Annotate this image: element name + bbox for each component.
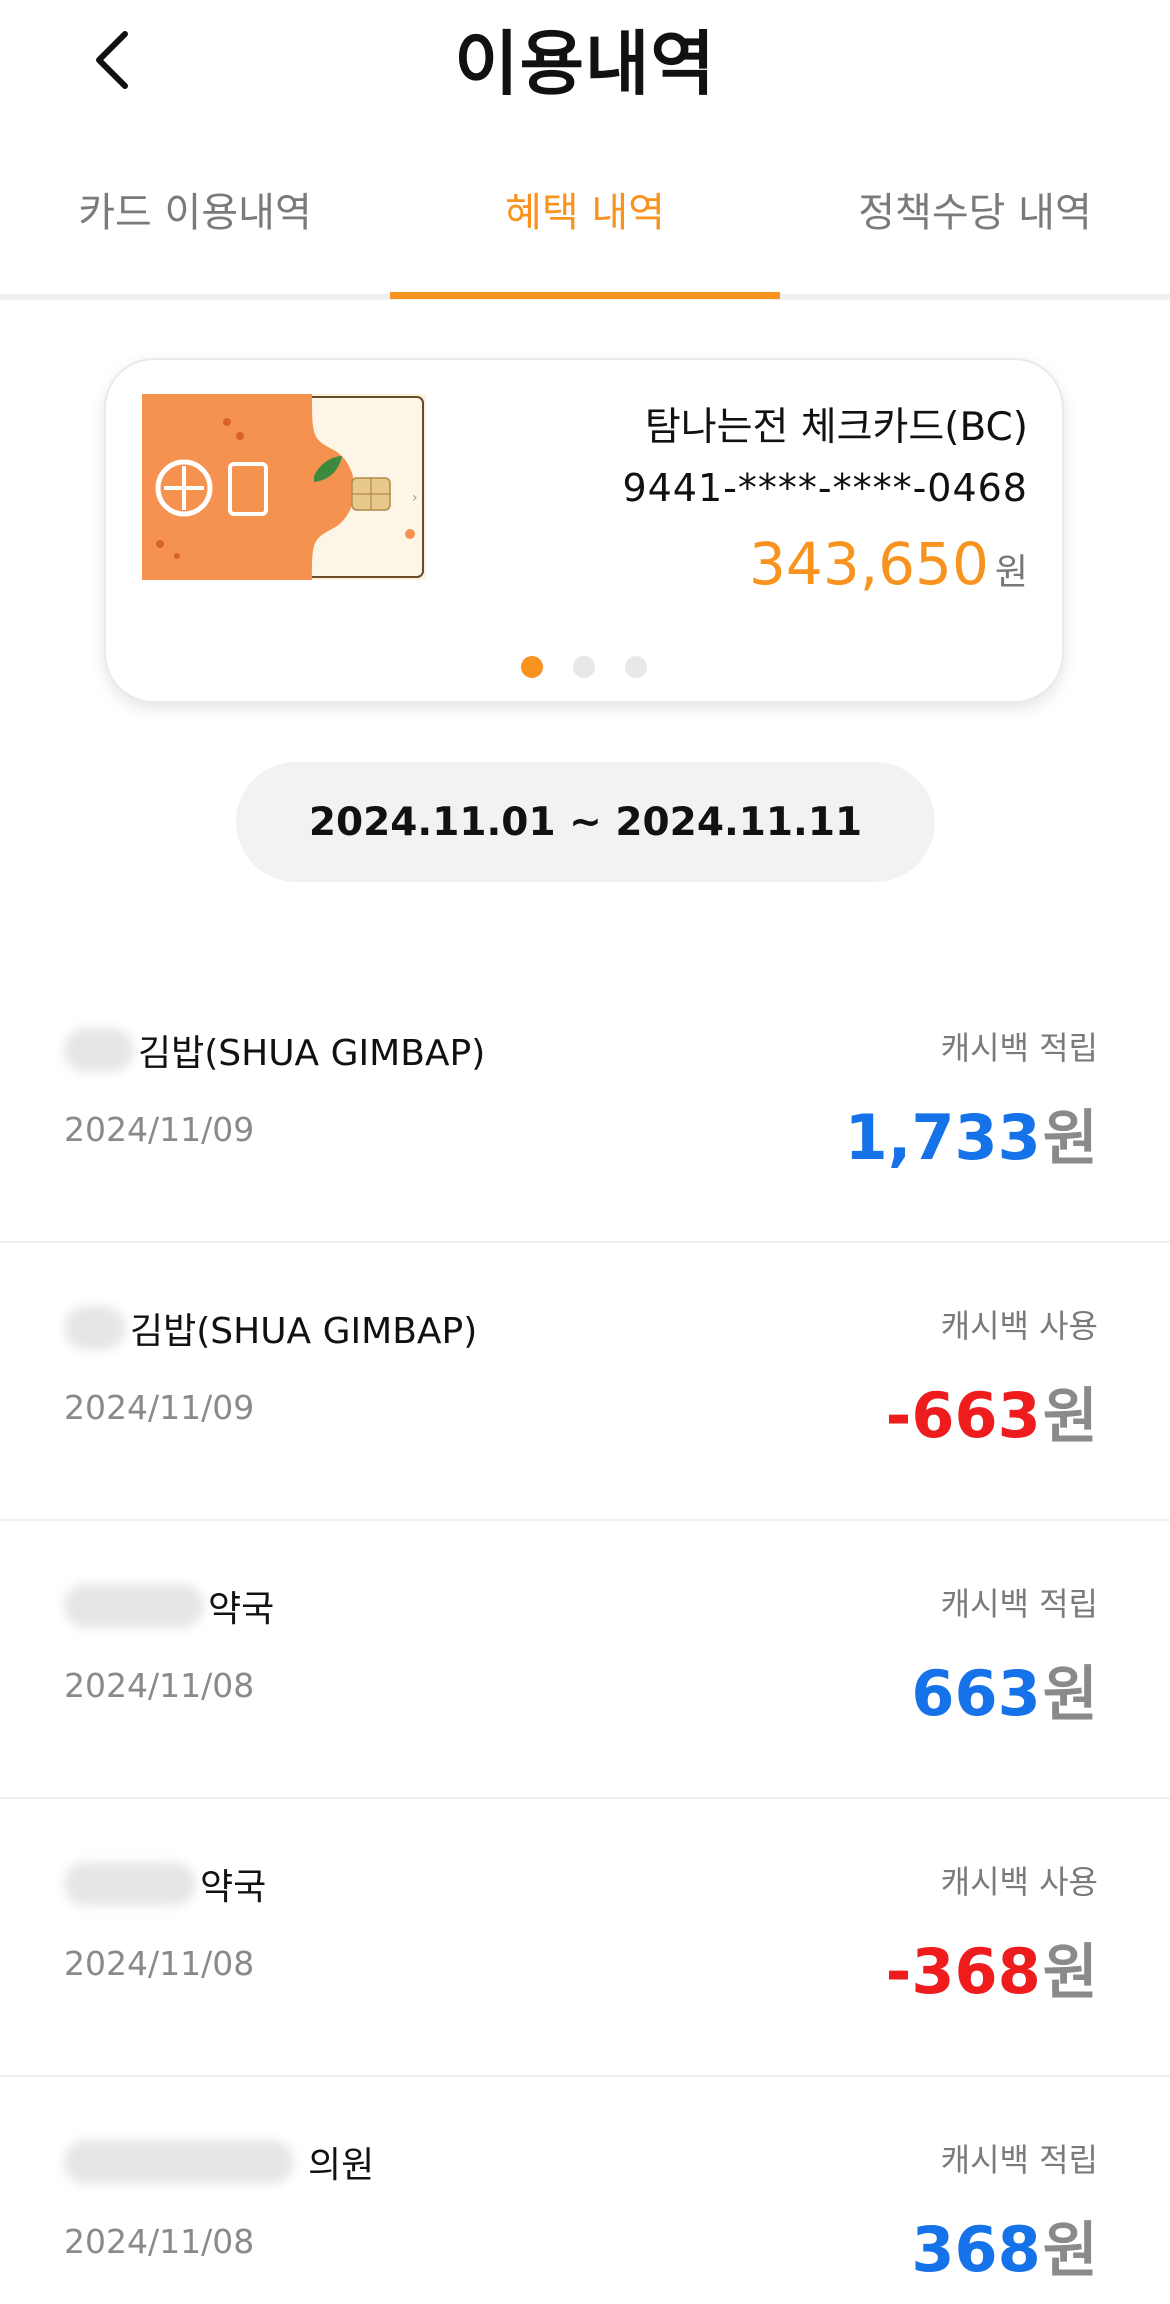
- carousel-dots: [106, 656, 1062, 678]
- card-name: 탐나는전 체크카드(BC): [644, 405, 1028, 450]
- merchant-name: 의원: [64, 2132, 374, 2192]
- transaction-amount: 1,733 원: [845, 1090, 1098, 1177]
- transaction-date: 2024/11/08: [64, 1666, 255, 1705]
- transaction-amount: 663 원: [911, 1646, 1098, 1733]
- merchant-name-text: 김밥(SHUA GIMBAP): [138, 1033, 486, 1074]
- tab-bar: 카드 이용내역 혜택 내역 정책수당 내역: [0, 150, 1170, 300]
- svg-text:›: ›: [412, 490, 418, 506]
- tab-benefits[interactable]: 혜택 내역: [390, 150, 780, 300]
- header: 이용내역: [0, 0, 1170, 120]
- transaction-date: 2024/11/08: [64, 1944, 255, 1983]
- transaction-amount: -663 원: [886, 1368, 1098, 1455]
- benefit-history-screen: 이용내역 카드 이용내역 혜택 내역 정책수당 내역 › 탐나는전 체크카드(B…: [0, 0, 1170, 2304]
- transaction-item[interactable]: 약국 2024/11/08 캐시백 적립 663 원: [0, 1521, 1170, 1799]
- amount-unit: 원: [1042, 1938, 1098, 2008]
- tab-policy-allowance[interactable]: 정책수당 내역: [780, 150, 1170, 300]
- carousel-dot-1[interactable]: [521, 656, 543, 678]
- transaction-date: 2024/11/09: [64, 1388, 255, 1427]
- page-title: 이용내역: [454, 23, 716, 105]
- merchant-name: 김밥(SHUA GIMBAP): [64, 1298, 477, 1358]
- transaction-list: 김밥(SHUA GIMBAP) 2024/11/09 캐시백 적립 1,733 …: [0, 965, 1170, 2304]
- transaction-date: 2024/11/09: [64, 1110, 255, 1149]
- amount-value: 368: [911, 2213, 1041, 2286]
- amount-value: 1,733: [844, 1101, 1041, 1174]
- merchant-name-text: 의원: [308, 2145, 375, 2186]
- card-number: 9441-****-****-0468: [622, 466, 1028, 510]
- transaction-amount: -368 원: [886, 1924, 1098, 2011]
- amount-unit: 원: [1042, 1382, 1098, 1452]
- transaction-item[interactable]: 의원 2024/11/08 캐시백 적립 368 원: [0, 2077, 1170, 2304]
- amount-unit: 원: [1042, 1104, 1098, 1174]
- merchant-name: 약국: [64, 1854, 266, 1914]
- amount-value: -663: [885, 1379, 1041, 1452]
- card-balance: 343,650 원: [749, 530, 1028, 598]
- merchant-name: 약국: [64, 1576, 274, 1636]
- merchant-name-text: 약국: [200, 1867, 267, 1908]
- amount-unit: 원: [1042, 1660, 1098, 1730]
- redacted-text: [64, 1862, 196, 1906]
- transaction-type: 캐시백 사용: [940, 1863, 1098, 1901]
- merchant-name-text: 약국: [208, 1589, 275, 1630]
- carousel-dot-3[interactable]: [625, 656, 647, 678]
- balance-unit: 원: [994, 552, 1028, 593]
- redacted-text: [64, 1584, 204, 1628]
- merchant-name: 김밥(SHUA GIMBAP): [64, 1020, 485, 1080]
- amount-unit: 원: [1042, 2216, 1098, 2286]
- redacted-text: [64, 2140, 294, 2184]
- merchant-name-text: 김밥(SHUA GIMBAP): [130, 1311, 478, 1352]
- transaction-type: 캐시백 적립: [940, 2141, 1098, 2179]
- redacted-text: [64, 1028, 134, 1072]
- transaction-type: 캐시백 적립: [940, 1029, 1098, 1067]
- transaction-amount: 368 원: [911, 2202, 1098, 2289]
- amount-value: -368: [885, 1935, 1041, 2008]
- transaction-type: 캐시백 적립: [940, 1585, 1098, 1623]
- active-tab-indicator: [390, 292, 780, 299]
- card-image: ›: [142, 394, 426, 580]
- carousel-dot-2[interactable]: [573, 656, 595, 678]
- transaction-item[interactable]: 약국 2024/11/08 캐시백 사용 -368 원: [0, 1799, 1170, 2077]
- redacted-text: [64, 1306, 126, 1350]
- tab-card-usage[interactable]: 카드 이용내역: [0, 150, 390, 300]
- balance-amount: 343,650: [749, 530, 989, 598]
- transaction-item[interactable]: 김밥(SHUA GIMBAP) 2024/11/09 캐시백 적립 1,733 …: [0, 965, 1170, 1243]
- date-range-selector[interactable]: 2024.11.01 ~ 2024.11.11: [236, 762, 935, 882]
- transaction-type: 캐시백 사용: [940, 1307, 1098, 1345]
- amount-value: 663: [911, 1657, 1041, 1730]
- card-carousel[interactable]: › 탐나는전 체크카드(BC) 9441-****-****-0468 343,…: [104, 358, 1064, 703]
- transaction-date: 2024/11/08: [64, 2222, 255, 2261]
- transaction-item[interactable]: 김밥(SHUA GIMBAP) 2024/11/09 캐시백 사용 -663 원: [0, 1243, 1170, 1521]
